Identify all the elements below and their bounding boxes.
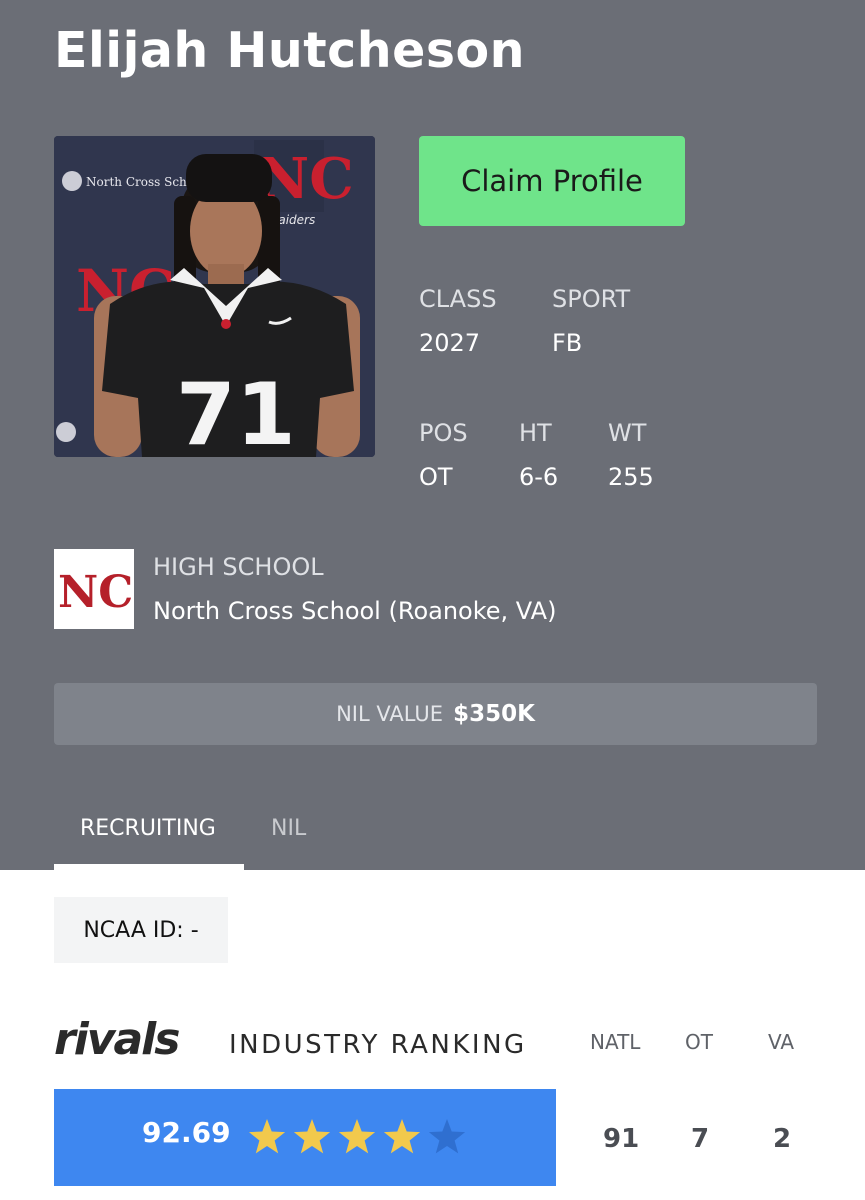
weight-value: 255: [608, 463, 654, 491]
jersey-number: 71: [176, 365, 296, 457]
ranking-title: INDUSTRY RANKING: [229, 1030, 527, 1060]
school-logo-mark: NC: [54, 549, 134, 629]
sport-label: SPORT: [552, 285, 631, 313]
player-photo-illustration: North Cross School NC Raiders NC 71: [54, 136, 375, 457]
school-label: HIGH SCHOOL: [153, 553, 324, 581]
star-filled-icon: [338, 1119, 376, 1154]
position-value: OT: [419, 463, 453, 491]
school-logo[interactable]: NC: [54, 549, 134, 629]
nil-value-label: NIL VALUE: [336, 702, 444, 726]
star-filled-icon: [293, 1119, 331, 1154]
star-rating: [249, 1119, 466, 1154]
column-natl: NATL: [590, 1030, 641, 1054]
rating-score: 92.69: [142, 1116, 231, 1149]
rivals-brand-text: rivals: [54, 1014, 179, 1062]
school-logo-text: NC: [58, 567, 133, 618]
height-value: 6-6: [519, 463, 559, 491]
star-empty-icon: [428, 1119, 466, 1154]
star-filled-icon: [383, 1119, 421, 1154]
nil-value-bar: NIL VALUE $350K: [54, 683, 817, 745]
claim-profile-button[interactable]: Claim Profile: [419, 136, 685, 226]
school-name[interactable]: North Cross School (Roanoke, VA): [153, 597, 556, 625]
rivals-logo: rivals: [54, 1014, 214, 1067]
column-state: VA: [768, 1030, 795, 1054]
profile-header: Elijah Hutcheson North Cross School NC R…: [0, 0, 865, 870]
sport-value: FB: [552, 329, 583, 357]
star-filled-icon: [249, 1119, 286, 1154]
weight-label: WT: [608, 419, 647, 447]
active-tab-indicator: [54, 864, 244, 870]
class-value: 2027: [419, 329, 481, 357]
position-label: POS: [419, 419, 468, 447]
class-label: CLASS: [419, 285, 497, 313]
player-photo: North Cross School NC Raiders NC 71: [54, 136, 375, 457]
player-name: Elijah Hutcheson: [54, 22, 526, 79]
rating-bar: 92.69: [54, 1089, 556, 1186]
national-rank: 91: [603, 1124, 640, 1154]
ncaa-id-badge: NCAA ID: -: [54, 897, 228, 963]
tab-recruiting[interactable]: RECRUITING: [80, 816, 216, 841]
position-rank: 7: [691, 1124, 710, 1154]
height-label: HT: [519, 419, 552, 447]
column-position: OT: [685, 1030, 713, 1054]
nil-value-amount: $350K: [453, 701, 535, 727]
tab-nil[interactable]: NIL: [271, 816, 306, 841]
rivals-logo-mark: rivals: [54, 1014, 181, 1065]
state-rank: 2: [773, 1124, 792, 1154]
